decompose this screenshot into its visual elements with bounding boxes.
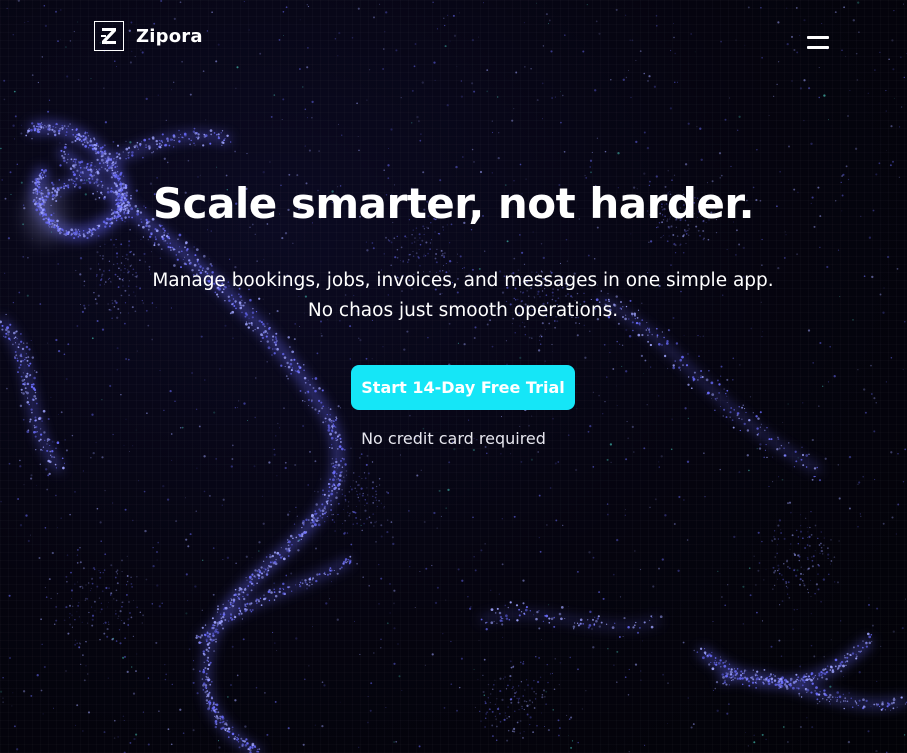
z-logo-icon <box>94 21 124 51</box>
hero-title: Scale smarter, not harder. <box>152 179 755 228</box>
landing-page: Zipora Scale smarter, not harder. Manage… <box>0 0 907 753</box>
hamburger-menu-icon <box>807 36 829 39</box>
hamburger-menu-icon-line <box>807 46 829 49</box>
hero-subtitle: Manage bookings, jobs, invoices, and mes… <box>152 270 774 321</box>
start-free-trial-button[interactable]: Start 14-Day Free Trial <box>351 365 575 410</box>
no-credit-card-note: No credit card required <box>361 429 546 448</box>
brand-logo-link[interactable]: Zipora <box>94 21 203 51</box>
hamburger-menu-button[interactable] <box>803 33 833 55</box>
brand-name: Zipora <box>136 25 203 47</box>
site-header: Zipora <box>0 0 907 80</box>
